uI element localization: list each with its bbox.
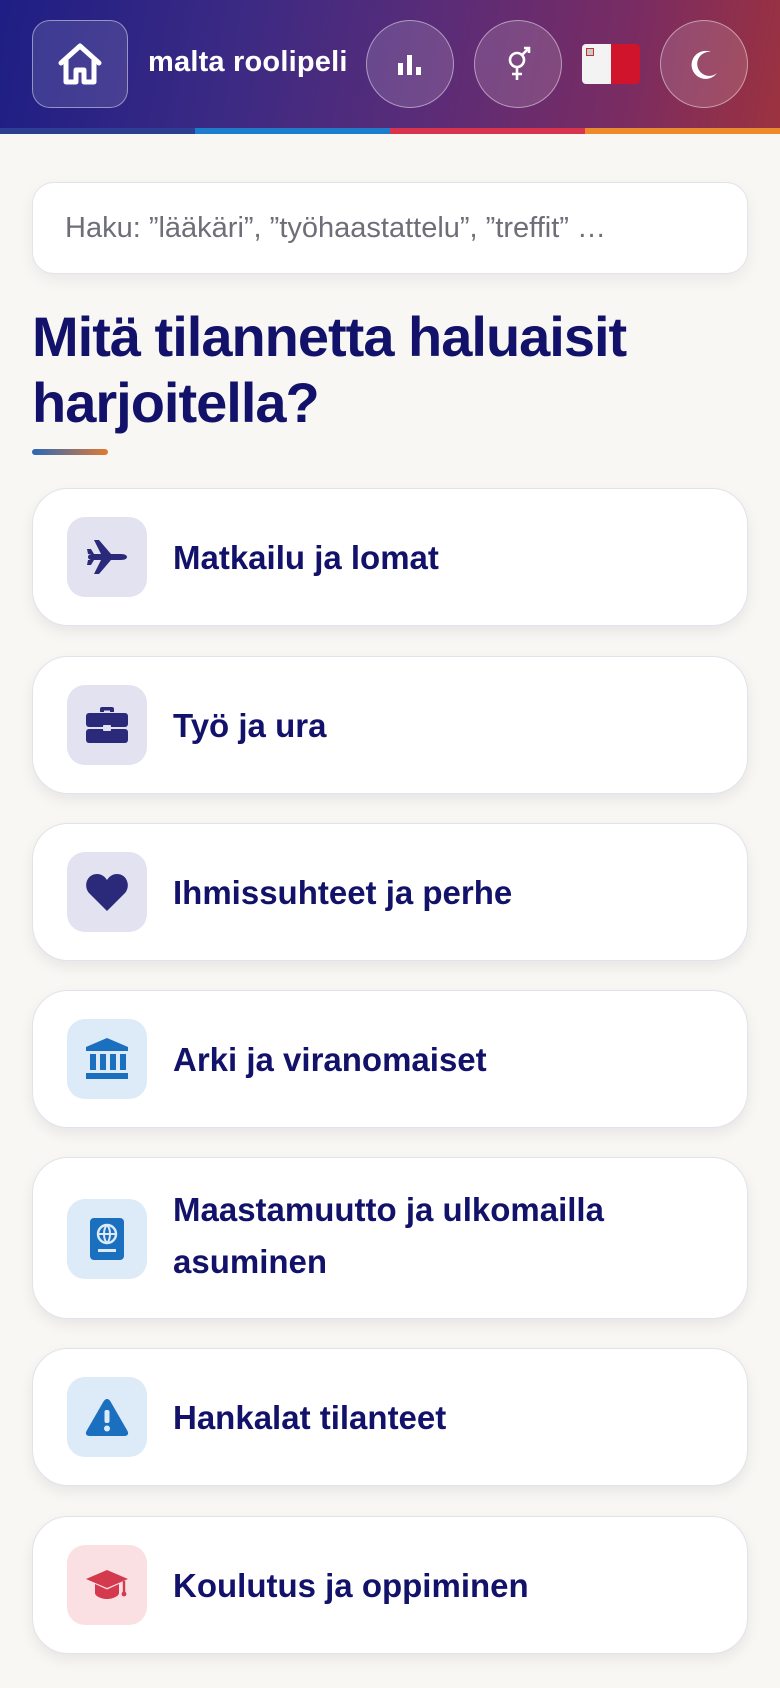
heart-icon bbox=[86, 874, 128, 911]
page-title: Mitä tilannetta haluaisit harjoitella? bbox=[32, 305, 627, 434]
category-card-work[interactable]: Työ ja ura bbox=[32, 656, 748, 794]
category-label: Hankalat tilanteet bbox=[173, 1399, 447, 1436]
passport-icon bbox=[90, 1218, 124, 1260]
app-title: malta roolipeli bbox=[148, 46, 348, 78]
moon-icon bbox=[691, 50, 717, 79]
category-icon-tile bbox=[67, 1545, 147, 1625]
category-icon-tile bbox=[67, 852, 147, 932]
briefcase-icon bbox=[86, 707, 128, 743]
warning-icon bbox=[85, 1399, 129, 1436]
theme-toggle-button[interactable] bbox=[660, 20, 748, 108]
category-card-travel[interactable]: Matkailu ja lomat bbox=[32, 488, 748, 626]
malta-flag-icon[interactable] bbox=[582, 44, 640, 84]
color-stripe bbox=[0, 128, 780, 134]
category-icon-tile bbox=[67, 1019, 147, 1099]
bar-chart-icon bbox=[398, 55, 421, 75]
gender-icon bbox=[508, 46, 531, 80]
category-icon-tile bbox=[67, 1377, 147, 1457]
category-icon-tile bbox=[67, 685, 147, 765]
search-input[interactable] bbox=[32, 182, 748, 274]
airplane-icon bbox=[87, 540, 127, 574]
graduation-cap-icon bbox=[86, 1570, 128, 1599]
category-card-daily-life[interactable]: Arki ja viranomaiset bbox=[32, 990, 748, 1128]
category-label: Ihmissuhteet ja perhe bbox=[173, 874, 513, 911]
home-icon bbox=[58, 43, 102, 85]
category-label: Työ ja ura bbox=[173, 707, 327, 744]
category-card-difficult-situations[interactable]: Hankalat tilanteet bbox=[32, 1348, 748, 1486]
home-button[interactable] bbox=[32, 20, 128, 108]
category-label: Matkailu ja lomat bbox=[173, 539, 439, 576]
category-label: Koulutus ja oppiminen bbox=[173, 1567, 529, 1604]
category-icon-tile bbox=[67, 517, 147, 597]
government-building-icon bbox=[86, 1038, 128, 1079]
category-card-education[interactable]: Koulutus ja oppiminen bbox=[32, 1516, 748, 1654]
category-label: Arki ja viranomaiset bbox=[173, 1041, 487, 1078]
category-card-relationships[interactable]: Ihmissuhteet ja perhe bbox=[32, 823, 748, 961]
category-label: Maastamuutto ja ulkomailla asuminen bbox=[173, 1191, 604, 1280]
stats-button[interactable] bbox=[366, 20, 454, 108]
category-card-emigration[interactable]: Maastamuutto ja ulkomailla asuminen bbox=[32, 1157, 748, 1319]
top-bar: malta roolipeli bbox=[0, 0, 780, 128]
gender-button[interactable] bbox=[474, 20, 562, 108]
category-icon-tile bbox=[67, 1199, 147, 1279]
title-underline bbox=[32, 449, 108, 455]
